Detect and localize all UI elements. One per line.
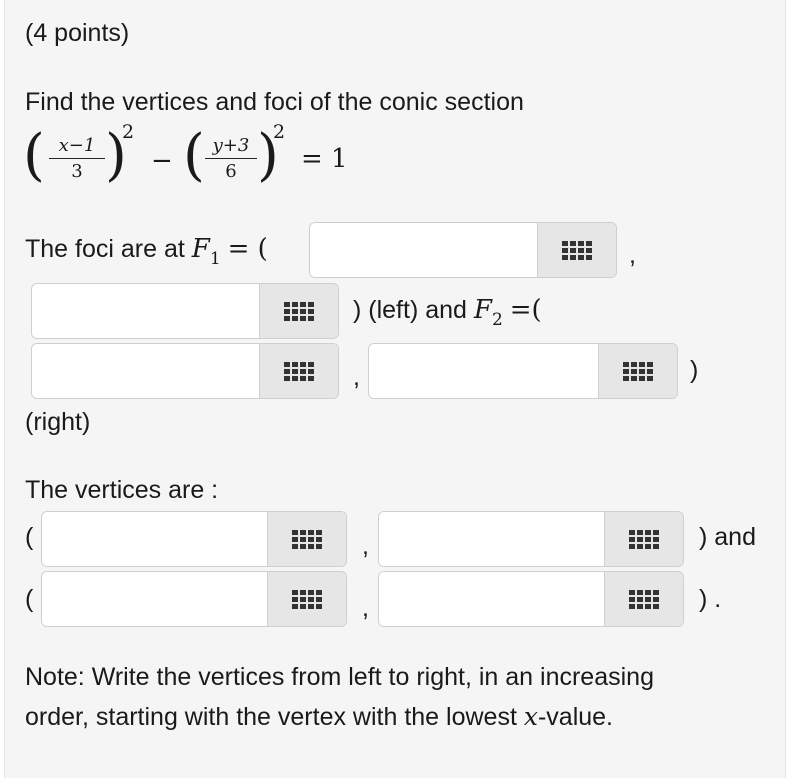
vertices-intro: The vertices are :	[25, 476, 219, 504]
vertex-and-text: ) and	[699, 523, 756, 551]
fraction-2-numerator: y+3	[212, 135, 250, 156]
question-panel: (4 points) Find the vertices and foci of…	[4, 0, 786, 778]
keypad-grid-icon	[284, 301, 314, 321]
vertex-end-text: ) .	[699, 585, 722, 613]
focus-2-y-input[interactable]	[369, 344, 598, 398]
vertex-1-x-input[interactable]	[42, 512, 267, 566]
focus-2-symbol: F2	[473, 295, 503, 330]
fraction-2: y+3 6	[205, 135, 257, 182]
exponent-2: 2	[273, 121, 286, 143]
focus-2-x-input[interactable]	[32, 344, 259, 398]
keypad-button[interactable]	[537, 223, 616, 277]
equation-rhs: = 1	[301, 144, 348, 174]
open-paren: (	[25, 523, 34, 551]
keypad-button[interactable]	[604, 572, 683, 626]
fraction-2-denominator: 6	[225, 161, 237, 182]
focus-2-y-field	[368, 343, 678, 399]
vertex-2-y-field	[378, 571, 684, 627]
exponent-1: 2	[122, 121, 135, 143]
vertex-2-y-input[interactable]	[379, 572, 604, 626]
keypad-button[interactable]	[267, 572, 346, 626]
keypad-button[interactable]	[267, 512, 346, 566]
points-label: (4 points)	[25, 19, 130, 47]
foci-eq-open-2: =(	[509, 295, 542, 325]
focus-2-x-field	[31, 343, 339, 399]
vertex-1-x-field	[41, 511, 347, 567]
comma-separator: ,	[362, 532, 369, 560]
foci-intro-text: The foci are at	[25, 235, 185, 263]
note-variable: x	[523, 702, 538, 731]
keypad-grid-icon	[292, 529, 322, 549]
keypad-grid-icon	[629, 529, 659, 549]
vertex-1-y-input[interactable]	[379, 512, 604, 566]
comma-separator: ,	[629, 241, 636, 269]
keypad-grid-icon	[629, 589, 659, 609]
paren-open-2: (	[183, 123, 205, 188]
vertex-2-x-field	[41, 571, 347, 627]
keypad-grid-icon	[562, 240, 592, 260]
question-text: Find the vertices and foci of the conic …	[25, 88, 524, 116]
keypad-grid-icon	[623, 361, 653, 381]
focus-1-symbol: F1	[191, 234, 221, 269]
fraction-1-numerator: x−1	[58, 135, 96, 156]
minus-sign: −	[151, 146, 173, 176]
keypad-button[interactable]	[259, 344, 338, 398]
keypad-grid-icon	[284, 361, 314, 381]
fraction-1: x−1 3	[49, 135, 105, 182]
foci-intro: The foci are at F1 = (	[25, 234, 268, 269]
close-paren: )	[690, 356, 699, 384]
fraction-1-denominator: 3	[71, 161, 83, 182]
keypad-button[interactable]	[598, 344, 677, 398]
foci-left-text: ) (left) and F2 =(	[353, 295, 542, 330]
keypad-button[interactable]	[259, 284, 338, 338]
comma-separator: ,	[362, 594, 369, 622]
keypad-grid-icon	[292, 589, 322, 609]
paren-open-1: (	[23, 123, 45, 188]
vertex-2-x-input[interactable]	[42, 572, 267, 626]
vertex-1-y-field	[378, 511, 684, 567]
focus-1-x-input[interactable]	[310, 223, 537, 277]
focus-1-y-field	[31, 283, 339, 339]
note-line-1: Note: Write the vertices from left to ri…	[25, 663, 654, 691]
foci-eq-open: = (	[227, 234, 268, 264]
foci-right-text: (right)	[25, 408, 91, 436]
focus-1-x-field	[309, 222, 617, 278]
focus-1-y-input[interactable]	[32, 284, 259, 338]
keypad-button[interactable]	[604, 512, 683, 566]
open-paren: (	[25, 585, 34, 613]
comma-separator: ,	[353, 363, 360, 391]
note-line-2: order, starting with the vertex with the…	[25, 702, 614, 731]
